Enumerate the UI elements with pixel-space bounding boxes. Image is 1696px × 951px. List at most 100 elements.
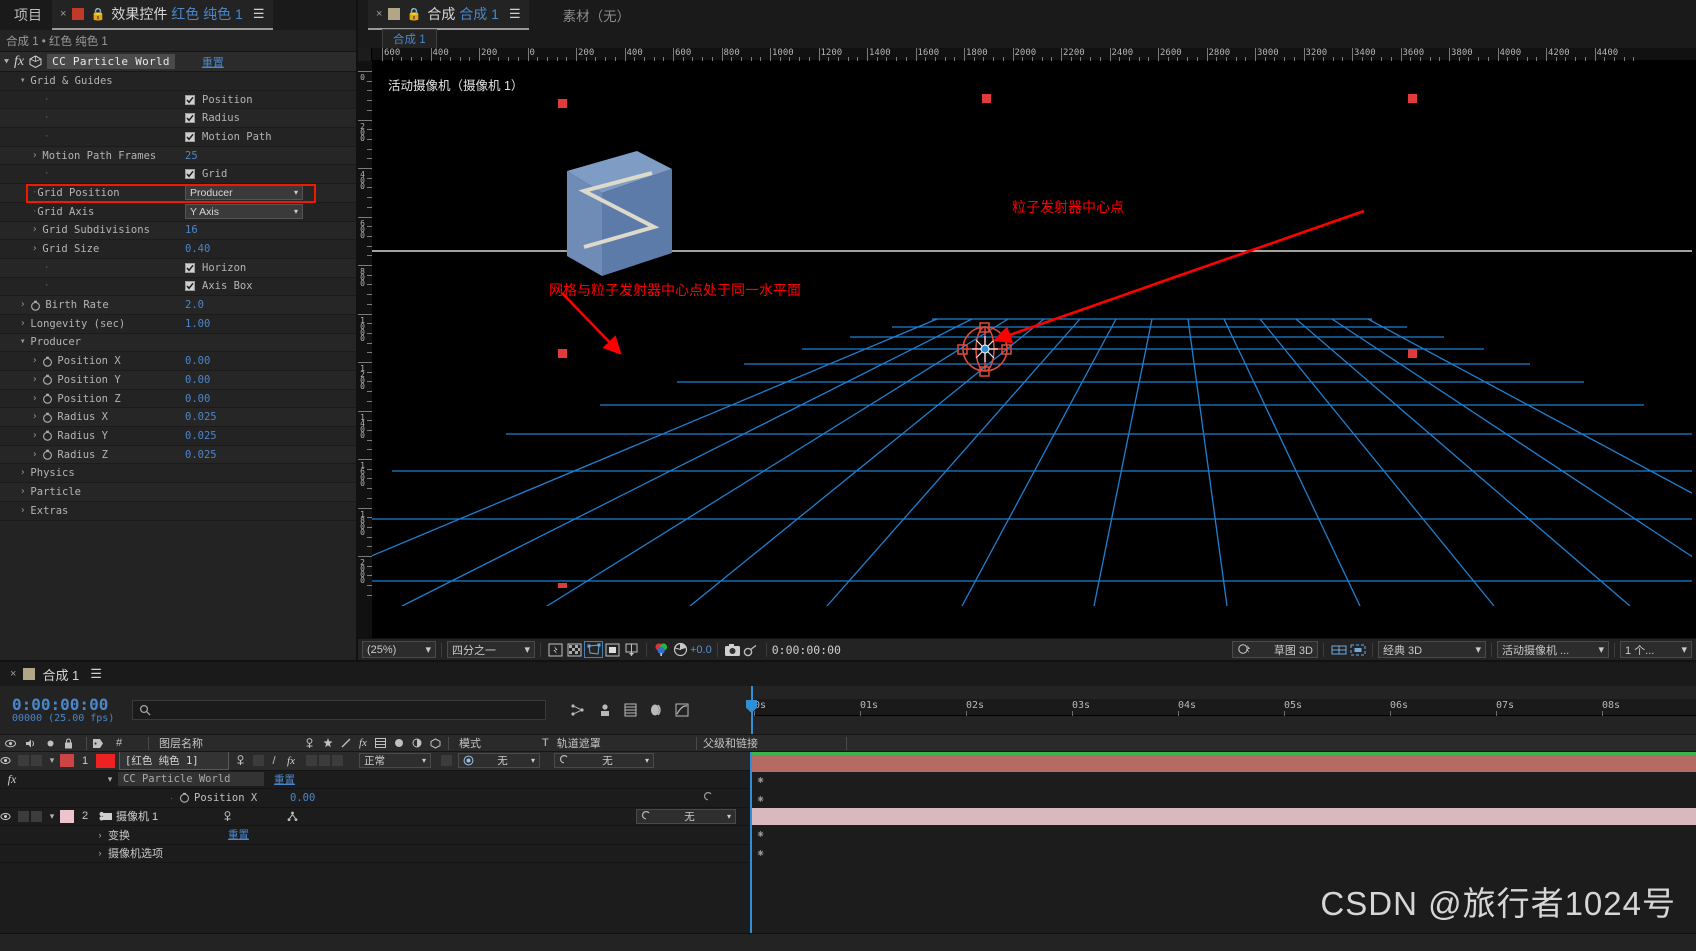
motion-blur-icon[interactable] [598, 703, 612, 717]
property-value[interactable]: 2.0 [185, 299, 204, 311]
property-row[interactable]: · Motion Path [0, 128, 356, 147]
effect-header-row[interactable]: ▾ fx CC Particle World 重置 [0, 52, 356, 72]
parent-select[interactable]: 无 ▾ [554, 753, 654, 769]
draft-3d-button[interactable]: 草图 3D [1232, 641, 1318, 658]
stopwatch-icon[interactable] [42, 412, 53, 423]
adjustment-switch[interactable] [332, 755, 343, 767]
pickwhip-icon[interactable] [703, 792, 714, 803]
property-row[interactable]: › Radius X 0.025 [0, 408, 356, 428]
property-row[interactable]: › Extras [0, 502, 356, 521]
property-value[interactable]: 0.025 [185, 430, 217, 442]
checkbox[interactable] [185, 262, 195, 273]
chevron-right-icon[interactable]: › [32, 430, 37, 441]
horizontal-ruler[interactable]: 600 400 200 0 200 400 600 800 1000 1200 1400 1600 18… [358, 48, 1696, 61]
shadow-toggle-icon[interactable] [1348, 641, 1367, 658]
current-timecode[interactable]: 0:00:00:00 [12, 696, 114, 713]
property-value[interactable]: 0.40 [185, 243, 210, 255]
chevron-right-icon[interactable]: › [20, 468, 25, 479]
chevron-right-icon[interactable]: › [20, 300, 25, 311]
property-value[interactable]: 0.025 [185, 449, 217, 461]
property-row[interactable]: › Longevity (sec) 1.00 [0, 315, 356, 334]
transform-reset-button[interactable]: 重置 [228, 827, 249, 842]
frame-blend-icon[interactable] [624, 703, 637, 717]
property-row[interactable]: · Grid Axis Y Axis ▾ [0, 203, 356, 222]
stopwatch-icon[interactable] [42, 356, 53, 367]
table-row[interactable]: ▾ 1 [红色 纯色 1] / fx 正常 ▾ 无 ▾ 无 ▾ [0, 752, 750, 771]
property-row[interactable]: › Birth Rate 2.0 [0, 296, 356, 315]
stopwatch-icon[interactable] [30, 300, 41, 311]
hamburger-icon[interactable]: ☰ [253, 6, 265, 22]
eye-toggle[interactable] [0, 756, 18, 765]
hamburger-icon[interactable]: ☰ [90, 666, 102, 682]
table-row[interactable]: › 摄像机选项 [0, 845, 750, 863]
stopwatch-icon[interactable] [42, 374, 53, 386]
property-row[interactable]: ▾ Producer [0, 333, 356, 353]
audio-icon[interactable] [25, 738, 37, 749]
property-row[interactable]: › Radius Y 0.025 [0, 427, 356, 446]
playhead[interactable] [750, 752, 752, 933]
property-value[interactable]: 25 [185, 150, 198, 162]
zoom-select[interactable]: (25%) ▾ [362, 641, 436, 658]
pickwhip-icon[interactable] [641, 810, 652, 822]
fast-preview-icon[interactable] [546, 641, 565, 658]
effects-switch[interactable]: fx [282, 755, 300, 767]
keyframe-nav-icon[interactable]: ⁕ [756, 793, 765, 806]
motionblur-switch[interactable] [319, 755, 330, 767]
property-row[interactable]: · Radius [0, 109, 356, 129]
preserve-transparency-toggle[interactable] [441, 755, 452, 767]
property-row[interactable]: · Grid Position Producer ▾ [0, 184, 356, 204]
label-icon[interactable] [92, 738, 104, 749]
search-field[interactable] [132, 700, 547, 720]
effect-reset-button[interactable]: 重置 [202, 54, 224, 70]
property-row[interactable]: · Axis Box [0, 278, 356, 297]
timeline-tab-label[interactable]: 合成 1 [42, 665, 79, 684]
table-row[interactable]: › 变换 重置 [0, 826, 750, 845]
3d-switch-icon[interactable] [238, 811, 346, 822]
search-input[interactable] [156, 704, 540, 716]
checkbox[interactable] [185, 281, 195, 292]
show-snapshot-icon[interactable] [742, 641, 761, 658]
effect-name[interactable]: CC Particle World [47, 54, 175, 69]
region-of-interest-icon[interactable] [584, 641, 603, 658]
property-row[interactable]: › Grid Size 0.40 [0, 240, 356, 259]
parent-select[interactable]: 无 ▾ [636, 808, 736, 824]
track-matte-header[interactable]: 轨道遮罩 [557, 735, 601, 751]
property-value[interactable]: 1.00 [185, 318, 210, 330]
camera-icon[interactable] [723, 641, 742, 658]
solo-toggle[interactable] [31, 810, 42, 822]
property-value[interactable]: 0.00 [185, 355, 210, 367]
checkbox[interactable] [185, 169, 195, 180]
property-row[interactable]: · Grid [0, 165, 356, 185]
exposure-icon[interactable] [671, 641, 690, 658]
stopwatch-icon[interactable] [179, 792, 190, 803]
effect-name[interactable]: CC Particle World [118, 772, 264, 787]
chevron-right-icon[interactable]: ▾ [44, 811, 60, 822]
exposure-value[interactable]: +0.0 [690, 644, 712, 656]
viewer-timecode[interactable]: 0:00:00:00 [772, 643, 841, 657]
property-value[interactable]: 16 [185, 224, 198, 236]
transparency-grid-icon[interactable] [565, 641, 584, 658]
composition-mini-flowchart-icon[interactable] [570, 703, 586, 717]
property-value[interactable]: 0.025 [185, 411, 217, 423]
pickwhip-icon[interactable] [559, 755, 570, 766]
layer-name[interactable]: 摄像机 1 [116, 808, 216, 824]
audio-toggle[interactable] [18, 810, 29, 822]
checkbox[interactable] [185, 131, 195, 142]
chevron-right-icon[interactable]: › [92, 830, 108, 840]
view-layout-select[interactable]: 1 个... ▾ [1620, 641, 1692, 658]
shy-icon[interactable] [649, 703, 663, 717]
layer-bar-1[interactable] [750, 755, 1696, 772]
checkbox[interactable] [185, 113, 195, 124]
guides-toggle-icon[interactable] [622, 641, 641, 658]
dropdown-grid-position[interactable]: Producer ▾ [185, 185, 303, 201]
timeline-ruler-area[interactable]: 0s 01s 02s 03s 04s 05s 06s 07s 08s [746, 686, 1696, 734]
chevron-right-icon[interactable]: › [32, 150, 37, 161]
ruler-corner[interactable] [358, 48, 372, 61]
chevron-down-icon[interactable]: ▾ [4, 57, 9, 66]
solo-toggle[interactable] [31, 755, 42, 767]
tab-effect-controls[interactable]: × 🔒 效果控件 红色 纯色 1 ☰ [52, 0, 273, 30]
chevron-right-icon[interactable]: › [32, 449, 37, 460]
table-row[interactable]: fx ▾ CC Particle World 重置 [0, 771, 750, 789]
property-row[interactable]: › Motion Path Frames 25 [0, 146, 356, 166]
mask-toggle-icon[interactable] [603, 641, 622, 658]
